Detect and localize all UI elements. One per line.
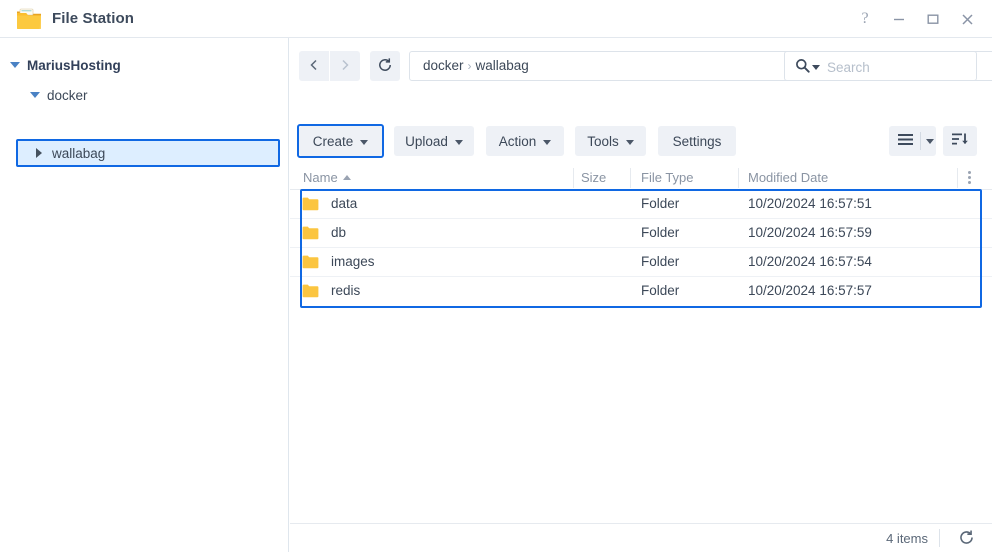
- divider: [920, 132, 921, 150]
- help-button[interactable]: ?: [848, 4, 882, 34]
- folder-icon: [302, 284, 319, 298]
- chevron-down-icon[interactable]: [30, 92, 40, 98]
- folder-icon: [16, 7, 42, 31]
- file-list: data Folder 10/20/2024 16:57:51 db Folde…: [290, 190, 992, 306]
- column-divider: [630, 168, 631, 188]
- sidebar-item-label: MariusHosting: [27, 57, 121, 73]
- breadcrumb-segment-docker[interactable]: docker: [423, 58, 464, 73]
- cell-modified-date: 10/20/2024 16:57:57: [748, 283, 872, 298]
- column-header-size[interactable]: Size: [581, 170, 606, 185]
- sidebar-item-wallabag[interactable]: wallabag: [16, 139, 280, 167]
- settings-button-label: Settings: [672, 133, 722, 149]
- action-button[interactable]: Action: [486, 126, 564, 156]
- forward-button[interactable]: [330, 51, 360, 81]
- cell-file-type: Folder: [641, 254, 680, 269]
- search-icon[interactable]: [795, 58, 820, 73]
- sort-descending-icon: [951, 132, 969, 150]
- create-button-label: Create: [312, 133, 354, 149]
- breadcrumb: docker › wallabag: [423, 58, 529, 73]
- maximize-icon: [926, 12, 940, 26]
- back-button[interactable]: [299, 51, 329, 81]
- cell-modified-date: 10/20/2024 16:57:51: [748, 196, 872, 211]
- cell-name: data: [331, 196, 358, 211]
- chevron-down-icon[interactable]: [812, 64, 820, 70]
- minimize-icon: [892, 12, 906, 26]
- upload-button-label: Upload: [405, 133, 448, 149]
- cell-name: images: [331, 254, 375, 269]
- toolbar: Create Upload Action Tools Settings: [290, 124, 992, 158]
- table-row[interactable]: images Folder 10/20/2024 16:57:54: [290, 248, 992, 277]
- divider: [939, 529, 940, 547]
- sidebar-item-label: docker: [47, 87, 88, 103]
- status-refresh-button[interactable]: [958, 529, 975, 549]
- create-button[interactable]: Create: [299, 126, 382, 156]
- folder-icon: [302, 197, 319, 211]
- window-controls: ?: [848, 0, 984, 38]
- view-mode-button[interactable]: [889, 126, 936, 156]
- help-icon: ?: [861, 10, 869, 27]
- maximize-button[interactable]: [916, 4, 950, 34]
- search-input[interactable]: [825, 52, 974, 82]
- column-divider: [573, 168, 574, 188]
- close-icon: [960, 12, 975, 27]
- breadcrumb-segment-wallabag[interactable]: wallabag: [476, 58, 529, 73]
- window-title: File Station: [52, 10, 135, 27]
- breadcrumb-separator: ›: [467, 59, 472, 73]
- close-button[interactable]: [950, 4, 984, 34]
- table-row[interactable]: data Folder 10/20/2024 16:57:51: [290, 190, 992, 219]
- column-header-name[interactable]: Name: [303, 170, 351, 185]
- chevron-down-icon: [625, 139, 634, 145]
- tools-button[interactable]: Tools: [575, 126, 646, 156]
- chevron-right-icon: [338, 58, 352, 75]
- cell-file-type: Folder: [641, 283, 680, 298]
- chevron-down-icon[interactable]: [10, 62, 20, 68]
- navigation-bar: docker › wallabag: [290, 51, 992, 83]
- column-header-label: Name: [303, 170, 338, 185]
- chevron-down-icon[interactable]: [926, 138, 934, 144]
- folder-icon: [302, 226, 319, 240]
- chevron-right-icon[interactable]: [36, 148, 42, 158]
- refresh-button[interactable]: [370, 51, 400, 81]
- chevron-down-icon: [360, 139, 369, 145]
- cell-name: redis: [331, 283, 361, 298]
- cell-file-type: Folder: [641, 225, 680, 240]
- tools-button-label: Tools: [587, 133, 619, 149]
- table-header: Name Size File Type Modified Date: [290, 166, 992, 190]
- kebab-menu-icon[interactable]: [968, 171, 971, 184]
- cell-file-type: Folder: [641, 196, 680, 211]
- sidebar-item-docker[interactable]: docker: [30, 82, 88, 108]
- table-row[interactable]: db Folder 10/20/2024 16:57:59: [290, 219, 992, 248]
- item-count-label: 4 items: [886, 531, 928, 546]
- refresh-icon: [377, 57, 393, 76]
- sidebar: MariusHosting docker wallabag: [0, 38, 289, 552]
- cell-name: db: [331, 225, 347, 240]
- chevron-down-icon: [454, 139, 463, 145]
- column-divider: [738, 168, 739, 188]
- minimize-button[interactable]: [882, 4, 916, 34]
- chevron-down-icon: [543, 139, 552, 145]
- sidebar-item-mariushosting[interactable]: MariusHosting: [10, 52, 121, 78]
- title-bar: File Station ?: [0, 0, 992, 38]
- column-divider: [957, 168, 958, 188]
- search-box[interactable]: [784, 51, 977, 82]
- chevron-left-icon: [307, 58, 321, 75]
- main-pane: docker› wallabag Create Upload: [290, 38, 992, 552]
- upload-button[interactable]: Upload: [394, 126, 474, 156]
- status-bar: 4 items: [290, 523, 992, 552]
- column-header-modified-date[interactable]: Modified Date: [748, 170, 828, 185]
- table-row[interactable]: redis Folder 10/20/2024 16:57:57: [290, 277, 992, 306]
- cell-modified-date: 10/20/2024 16:57:54: [748, 254, 872, 269]
- cell-modified-date: 10/20/2024 16:57:59: [748, 225, 872, 240]
- folder-icon: [302, 255, 319, 269]
- column-header-file-type[interactable]: File Type: [641, 170, 694, 185]
- settings-button[interactable]: Settings: [658, 126, 736, 156]
- sidebar-item-label: wallabag: [52, 145, 106, 161]
- sort-button[interactable]: [943, 126, 977, 156]
- action-button-label: Action: [498, 133, 537, 149]
- list-view-icon: [897, 133, 914, 149]
- sort-ascending-icon: [342, 175, 351, 180]
